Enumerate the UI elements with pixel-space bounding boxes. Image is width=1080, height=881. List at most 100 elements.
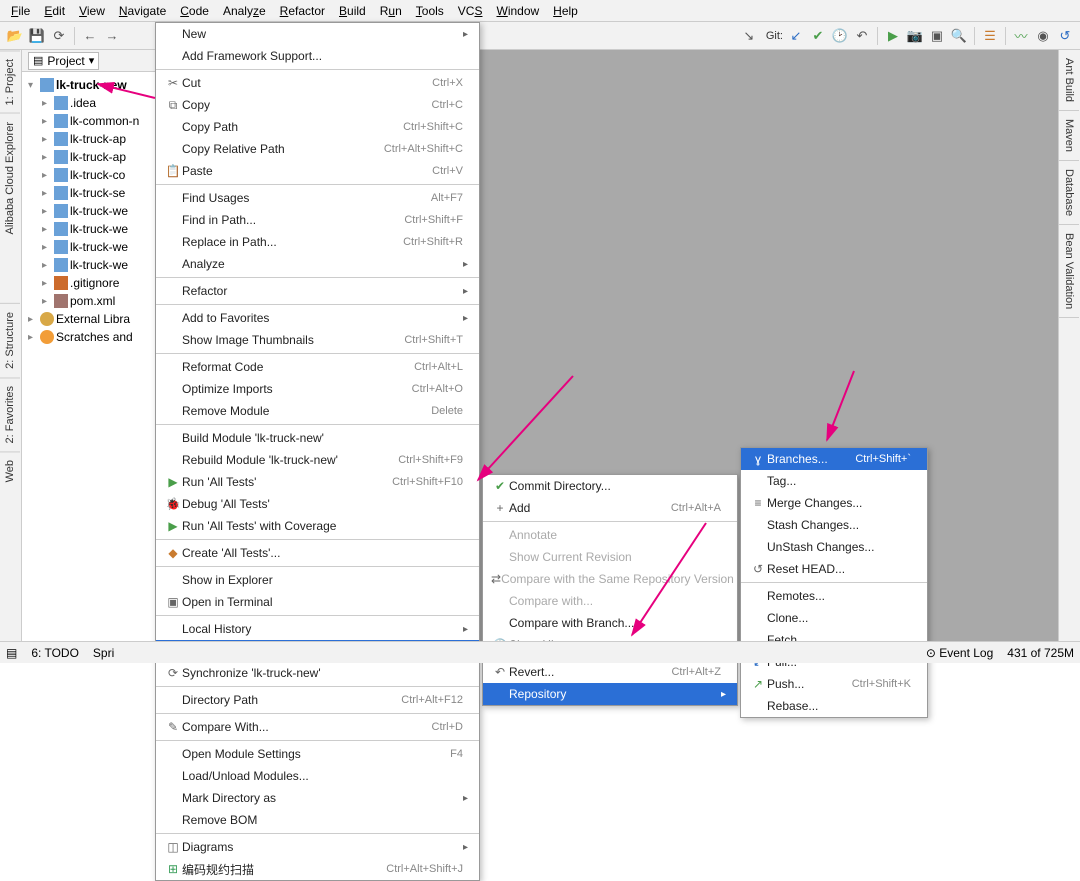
menu-item[interactable]: ↺Reset HEAD... (741, 558, 927, 580)
commit-icon[interactable]: ✔ (809, 27, 827, 45)
menu-item[interactable]: Optimize ImportsCtrl+Alt+O (156, 378, 479, 400)
menu-item[interactable]: ɣBranches...Ctrl+Shift+` (741, 448, 927, 470)
menu-item[interactable]: ↗Push...Ctrl+Shift+K (741, 673, 927, 695)
update-icon[interactable]: ↙ (787, 27, 805, 45)
menu-item[interactable]: Rebase... (741, 695, 927, 717)
menu-item[interactable]: Rebuild Module 'lk-truck-new'Ctrl+Shift+… (156, 449, 479, 471)
menu-item[interactable]: Remove ModuleDelete (156, 400, 479, 422)
menu-item[interactable]: Copy Relative PathCtrl+Alt+Shift+C (156, 138, 479, 160)
repository-submenu[interactable]: ɣBranches...Ctrl+Shift+`Tag...≡Merge Cha… (740, 447, 928, 718)
menu-refactor[interactable]: Refactor (273, 2, 332, 20)
menu-item[interactable]: ≡Merge Changes... (741, 492, 927, 514)
menu-item[interactable]: Find UsagesAlt+F7 (156, 187, 479, 209)
menu-item[interactable]: Compare with Branch... (483, 612, 737, 634)
menu-item[interactable]: Remove BOM (156, 809, 479, 831)
menu-build[interactable]: Build (332, 2, 373, 20)
menu-item[interactable]: Local History▸ (156, 618, 479, 640)
status-event-log[interactable]: ⊙ Event Log (926, 646, 993, 660)
menu-item[interactable]: Repository▸ (483, 683, 737, 705)
menu-item[interactable]: Clone... (741, 607, 927, 629)
menu-navigate[interactable]: Navigate (112, 2, 173, 20)
menu-item[interactable]: ✎Compare With...Ctrl+D (156, 716, 479, 738)
menu-run[interactable]: Run (373, 2, 409, 20)
menu-item[interactable]: Refactor▸ (156, 280, 479, 302)
back-icon[interactable]: ← (81, 27, 99, 45)
status-todo[interactable]: 6: TODO (31, 646, 79, 660)
menu-item[interactable]: Reformat CodeCtrl+Alt+L (156, 356, 479, 378)
git-submenu[interactable]: ✔Commit Directory...+AddCtrl+Alt+AAnnota… (482, 474, 738, 706)
menu-item[interactable]: ▣Open in Terminal (156, 591, 479, 613)
menu-item[interactable]: ▶Run 'All Tests' with Coverage (156, 515, 479, 537)
menu-item[interactable]: Remotes... (741, 585, 927, 607)
tool-window-icon[interactable]: ▣ (928, 27, 946, 45)
tab-maven[interactable]: Maven (1059, 111, 1079, 161)
menu-item[interactable]: Stash Changes... (741, 514, 927, 536)
menu-analyze[interactable]: Analyze (216, 2, 273, 20)
menu-tools[interactable]: Tools (409, 2, 451, 20)
menu-item[interactable]: Analyze▸ (156, 253, 479, 275)
menu-item[interactable]: Tag... (741, 470, 927, 492)
tab-web[interactable]: Web (0, 451, 20, 490)
save-icon[interactable]: 💾 (28, 27, 46, 45)
link-icon[interactable]: ↺ (1056, 27, 1074, 45)
menu-item[interactable]: Add to Favorites▸ (156, 307, 479, 329)
hammer-icon[interactable]: ↘ (740, 27, 758, 45)
menu-item[interactable]: +AddCtrl+Alt+A (483, 497, 737, 519)
menu-item[interactable]: Show in Explorer (156, 569, 479, 591)
menu-item[interactable]: UnStash Changes... (741, 536, 927, 558)
menu-item[interactable]: Load/Unload Modules... (156, 765, 479, 787)
chart-icon[interactable]: 〰 (1012, 27, 1030, 45)
tab-structure[interactable]: 2: Structure (0, 303, 20, 377)
tab-favorites[interactable]: 2: Favorites (0, 377, 20, 451)
menu-item[interactable]: ✂CutCtrl+X (156, 72, 479, 94)
tab-ant[interactable]: Ant Build (1059, 50, 1079, 111)
menu-item[interactable]: Build Module 'lk-truck-new' (156, 427, 479, 449)
history-icon[interactable]: 🕑 (831, 27, 849, 45)
menu-help[interactable]: Help (546, 2, 585, 20)
menu-item[interactable]: Open Module SettingsF4 (156, 743, 479, 765)
tab-alibaba[interactable]: Alibaba Cloud Explorer (0, 113, 20, 243)
tab-database[interactable]: Database (1059, 161, 1079, 225)
run-icon[interactable]: ▶ (884, 27, 902, 45)
menu-item[interactable]: ▶Run 'All Tests'Ctrl+Shift+F10 (156, 471, 479, 493)
menu-item[interactable]: Directory PathCtrl+Alt+F12 (156, 689, 479, 711)
separator (974, 27, 975, 45)
target-icon[interactable]: ◉ (1034, 27, 1052, 45)
tab-bean-validation[interactable]: Bean Validation (1059, 225, 1079, 318)
menu-view[interactable]: View (72, 2, 112, 20)
menu-item[interactable]: ◫Diagrams▸ (156, 836, 479, 858)
project-context-menu[interactable]: New▸Add Framework Support... ✂CutCtrl+X⧉C… (155, 22, 480, 881)
menu-item[interactable]: 🐞Debug 'All Tests' (156, 493, 479, 515)
menu-item[interactable]: Add Framework Support... (156, 45, 479, 67)
menu-edit[interactable]: Edit (37, 2, 72, 20)
menu-item[interactable]: ⊞编码规约扫描Ctrl+Alt+Shift+J (156, 858, 479, 880)
menu-item[interactable]: ◆Create 'All Tests'... (156, 542, 479, 564)
tab-project[interactable]: 1: Project (0, 50, 20, 113)
search-icon[interactable]: 🔍 (950, 27, 968, 45)
menu-item[interactable]: ✔Commit Directory... (483, 475, 737, 497)
sync-icon[interactable]: ⟳ (50, 27, 68, 45)
project-view-combo[interactable]: ▤ Project ▾ (28, 52, 99, 70)
menu-window[interactable]: Window (489, 2, 546, 20)
menu-item[interactable]: Find in Path...Ctrl+Shift+F (156, 209, 479, 231)
menu-item[interactable]: ↶Revert...Ctrl+Alt+Z (483, 661, 737, 683)
revert-icon[interactable]: ↶ (853, 27, 871, 45)
open-icon[interactable]: 📂 (6, 27, 24, 45)
menu-item[interactable]: New▸ (156, 23, 479, 45)
menu-item[interactable]: ⟳Synchronize 'lk-truck-new' (156, 662, 479, 684)
menu-item[interactable]: Mark Directory as▸ (156, 787, 479, 809)
alibaba-icon[interactable]: ☰ (981, 27, 999, 45)
forward-icon[interactable]: → (103, 27, 121, 45)
menu-file[interactable]: File (4, 2, 37, 20)
menu-item[interactable]: Copy PathCtrl+Shift+C (156, 116, 479, 138)
menu-item[interactable]: 📋PasteCtrl+V (156, 160, 479, 182)
menu-item[interactable]: Show Image ThumbnailsCtrl+Shift+T (156, 329, 479, 351)
menu-code[interactable]: Code (173, 2, 216, 20)
menu-vcs[interactable]: VCS (451, 2, 490, 20)
status-spring[interactable]: Spri (93, 646, 114, 660)
menu-item[interactable]: Replace in Path...Ctrl+Shift+R (156, 231, 479, 253)
menu-item[interactable]: ⧉CopyCtrl+C (156, 94, 479, 116)
status-windows-icon[interactable]: ▤ (6, 646, 17, 660)
camera-icon[interactable]: 📷 (906, 27, 924, 45)
status-memory[interactable]: 431 of 725M (1007, 646, 1074, 660)
